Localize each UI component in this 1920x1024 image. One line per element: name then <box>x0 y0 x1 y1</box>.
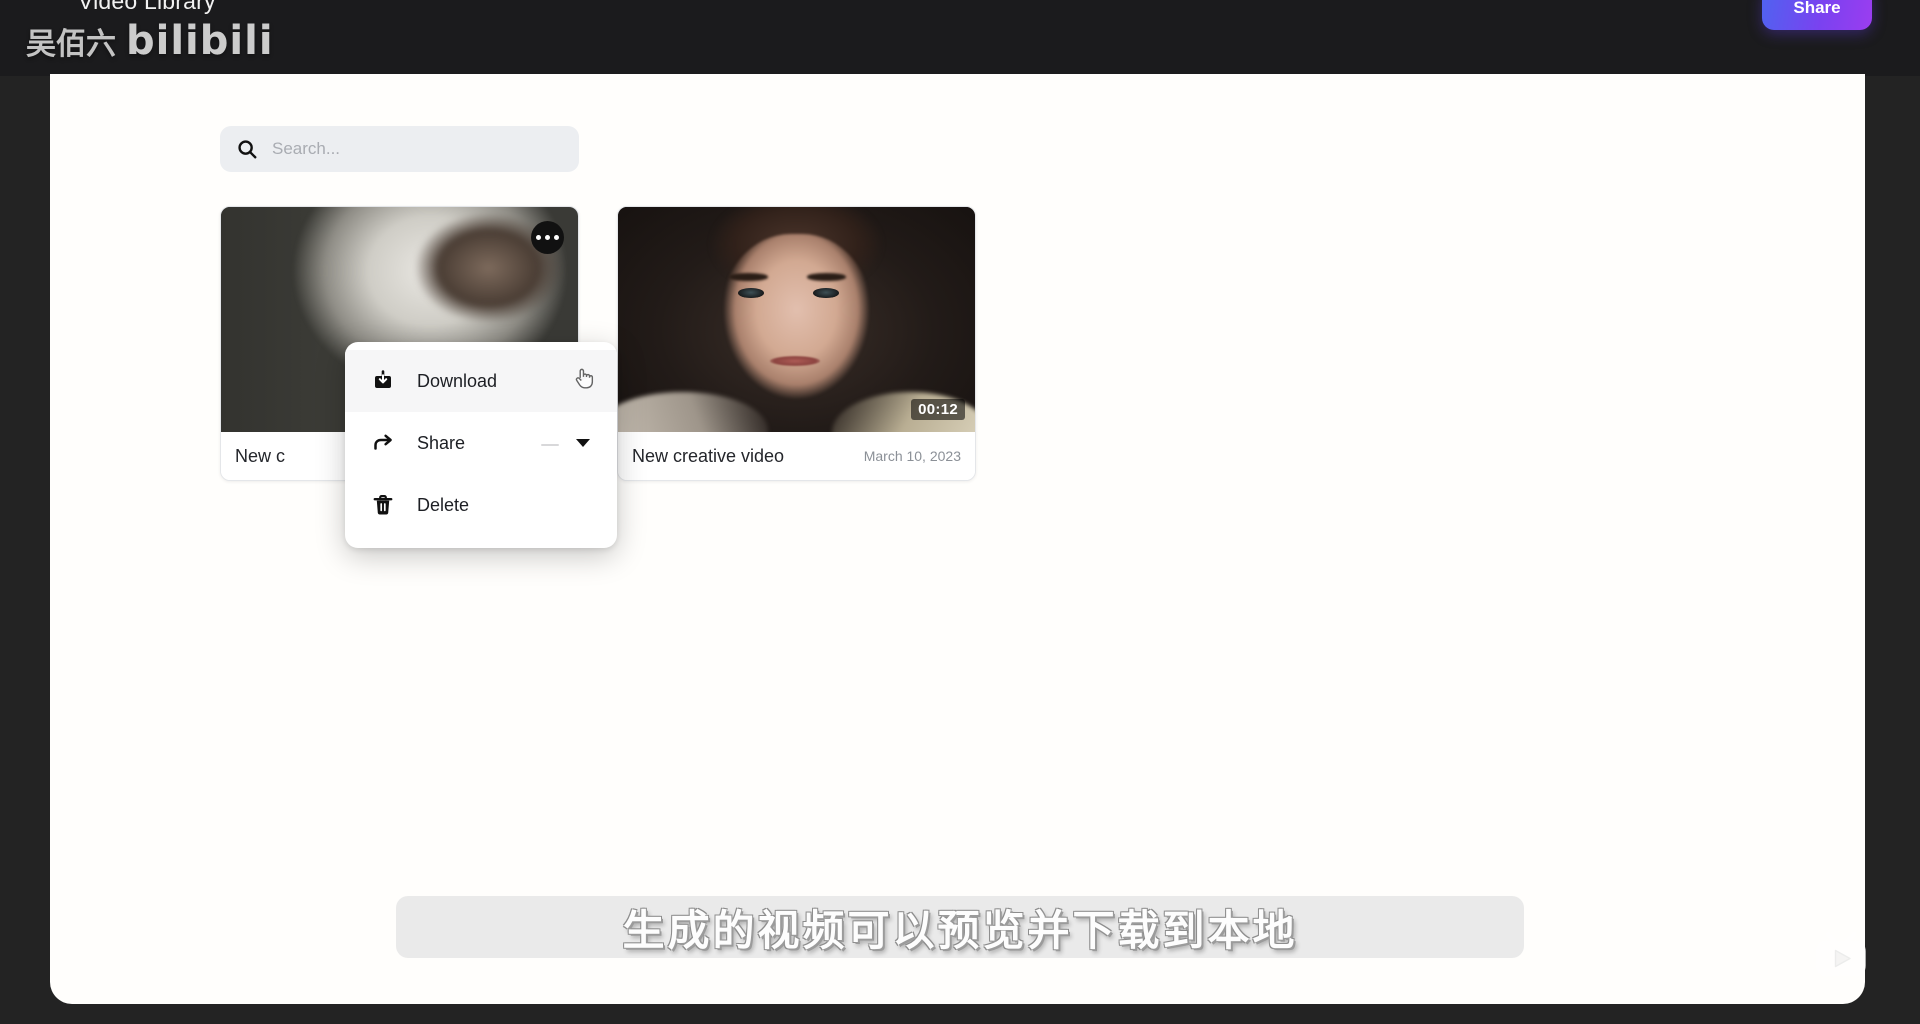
more-horizontal-icon <box>545 235 550 240</box>
thumbnail-eye <box>737 288 764 298</box>
download-icon <box>371 369 395 393</box>
card-footer: New creative video March 10, 2023 <box>618 432 975 480</box>
thumbnail-lips <box>769 355 820 366</box>
context-menu-item-label: Share <box>417 432 466 453</box>
video-thumbnail[interactable]: 00:12 <box>618 207 975 432</box>
context-menu-item-delete[interactable]: Delete <box>345 474 617 536</box>
search-bar[interactable] <box>220 126 579 172</box>
share-divider-mark <box>541 444 559 447</box>
card-title: New c <box>235 445 286 466</box>
duration-badge: 00:12 <box>911 399 965 420</box>
more-horizontal-icon <box>554 235 559 240</box>
card-date: March 10, 2023 <box>863 448 961 464</box>
chevron-down-icon[interactable] <box>576 439 590 447</box>
card-context-menu[interactable]: Download Share Delete <box>345 342 617 548</box>
video-card[interactable]: 00:12 New creative video March 10, 2023 <box>617 206 976 481</box>
app-panel: New c 00:12 <box>50 74 1865 1004</box>
card-menu-button[interactable] <box>531 221 564 254</box>
trash-icon <box>371 493 395 517</box>
search-icon <box>236 138 258 160</box>
context-menu-item-share[interactable]: Share <box>345 412 617 474</box>
card-title: New creative video <box>632 445 785 466</box>
context-menu-item-label: Download <box>417 370 498 391</box>
thumbnail-eyebrow <box>807 273 847 281</box>
app-header: Video Library Share <box>0 0 1920 76</box>
search-input[interactable] <box>272 139 563 159</box>
subtitle-bar: 生成的视频可以预览并下载到本地 <box>396 896 1524 958</box>
thumbnail-face <box>719 234 874 414</box>
share-arrow-icon <box>371 431 395 455</box>
more-horizontal-icon <box>536 235 541 240</box>
context-menu-item-label: Delete <box>417 494 470 515</box>
mouse-cursor-pointer-icon <box>571 366 597 392</box>
thumbnail-eyebrow <box>728 273 768 281</box>
thumbnail-eye <box>812 288 839 298</box>
subtitle-text: 生成的视频可以预览并下载到本地 <box>622 905 1298 955</box>
context-menu-item-download[interactable]: Download <box>345 350 617 412</box>
screen-root: Video Library Share Search... New c 00:1… <box>0 0 1920 1024</box>
header-share-button[interactable]: Share <box>1762 0 1872 30</box>
page-title: Video Library <box>78 0 216 14</box>
